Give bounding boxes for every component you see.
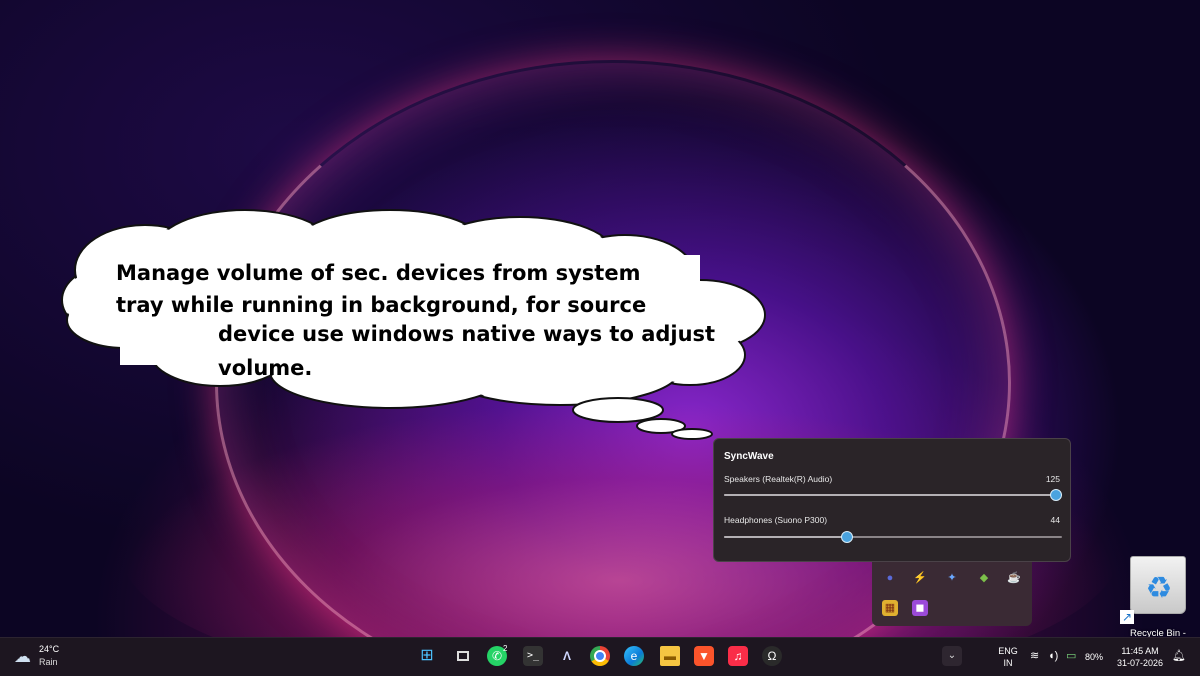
shortcut-arrow-icon: ↗ — [1120, 610, 1134, 624]
whatsapp-badge: 2 — [503, 644, 508, 653]
language-region: IN — [1003, 658, 1013, 668]
edge-icon: e — [630, 649, 638, 663]
language-indicator[interactable]: ENG IN — [994, 645, 1022, 669]
device-volume-headphones: 44 — [1050, 515, 1060, 525]
tray-image-app-icon[interactable]: ▦ — [882, 600, 898, 616]
clock-time: 11:45 AM — [1121, 646, 1159, 656]
clock-date: 31-07-2026 — [1116, 658, 1164, 668]
callout-line-1: Manage volume of sec. devices from syste… — [116, 261, 641, 285]
tray-bolt-icon[interactable]: ⚡ — [912, 570, 928, 586]
battery-icon[interactable]: ▭ — [1066, 650, 1076, 662]
cloud-rain-icon: ☁ — [14, 647, 31, 666]
recycle-bin-shortcut[interactable]: ♻ ↗ Recycle Bin - — [1120, 552, 1188, 639]
headphones-icon: Ω — [767, 649, 777, 663]
callout-line-3: device use windows native ways to adjust — [218, 322, 716, 346]
folder-icon: ▬ — [664, 649, 676, 663]
weather-condition: Rain — [39, 657, 58, 667]
volume-slider-headphones[interactable] — [724, 531, 1062, 543]
file-explorer-button[interactable]: ▬ — [660, 646, 680, 666]
terminal-button[interactable]: >_ — [523, 646, 543, 666]
notification-bell-icon[interactable]: 🔔︎ — [1172, 650, 1186, 662]
music-icon: ♫ — [733, 649, 743, 663]
headphones-app-button[interactable]: Ω — [762, 646, 782, 666]
device-volume-speakers: 125 — [1045, 474, 1060, 484]
slider-thumb[interactable] — [840, 531, 853, 543]
start-button[interactable]: ⊞ — [417, 646, 437, 666]
tray-overflow-panel: ● ⚡ ✦ ◆ ☕ ▦ ◼ — [872, 562, 1032, 626]
volume-icon[interactable]: ◖) — [1048, 650, 1058, 662]
callout-line-2: tray while running in background, for so… — [116, 293, 647, 317]
terminal-icon: >_ — [526, 650, 540, 661]
chrome-button[interactable] — [590, 646, 610, 666]
app-a-button[interactable]: Λ — [557, 646, 577, 666]
whatsapp-icon: ✆ — [491, 649, 503, 663]
flyout-title: SyncWave — [724, 451, 774, 462]
recycle-bin-icon: ♻ — [1130, 556, 1186, 614]
show-hidden-icons-button[interactable]: ⌄ — [942, 646, 962, 666]
wifi-icon[interactable]: ≋ — [1030, 650, 1039, 662]
tray-sparkle-icon[interactable]: ✦ — [944, 570, 960, 586]
language-code: ENG — [998, 646, 1018, 656]
brave-icon: ▼ — [698, 649, 710, 663]
recycle-arrows-icon: ♻ — [1145, 572, 1173, 605]
tray-cup-icon[interactable]: ☕ — [1006, 570, 1022, 586]
volume-slider-speakers[interactable] — [724, 489, 1063, 501]
battery-percent: 80% — [1085, 652, 1104, 662]
slider-fill — [724, 494, 1056, 496]
brave-button[interactable]: ▼ — [694, 646, 714, 666]
weather-temperature: 24°C — [39, 644, 60, 654]
windows-icon: ⊞ — [420, 647, 434, 664]
taskbar: ☁ 24°C Rain ⊞ ✆ 2 >_ Λ e ▬ ▼ ♫ Ω ⌄ ENG I… — [0, 637, 1200, 676]
music-button[interactable]: ♫ — [728, 646, 748, 666]
tray-app-icon[interactable]: ● — [882, 570, 898, 586]
slider-thumb[interactable] — [1050, 489, 1063, 501]
edge-button[interactable]: e — [624, 646, 644, 666]
task-view-button[interactable] — [453, 646, 473, 666]
clock[interactable]: 11:45 AM 31-07-2026 — [1116, 645, 1164, 669]
device-name-speakers: Speakers (Realtek(R) Audio) — [724, 474, 833, 484]
a-logo-icon: Λ — [562, 649, 571, 663]
slider-fill — [724, 536, 846, 538]
task-view-icon — [457, 651, 469, 661]
syncwave-flyout: SyncWave Speakers (Realtek(R) Audio) 125… — [713, 438, 1071, 562]
chevron-up-icon: ⌄ — [947, 650, 957, 661]
chrome-icon — [594, 650, 606, 662]
device-name-headphones: Headphones (Suono P300) — [724, 515, 828, 525]
weather-widget[interactable]: ☁ 24°C Rain — [14, 643, 94, 671]
tray-purple-app-icon[interactable]: ◼ — [912, 600, 928, 616]
whatsapp-button[interactable]: ✆ 2 — [487, 644, 507, 666]
tray-nvidia-icon[interactable]: ◆ — [976, 570, 992, 586]
callout-line-4: volume. — [218, 356, 313, 380]
